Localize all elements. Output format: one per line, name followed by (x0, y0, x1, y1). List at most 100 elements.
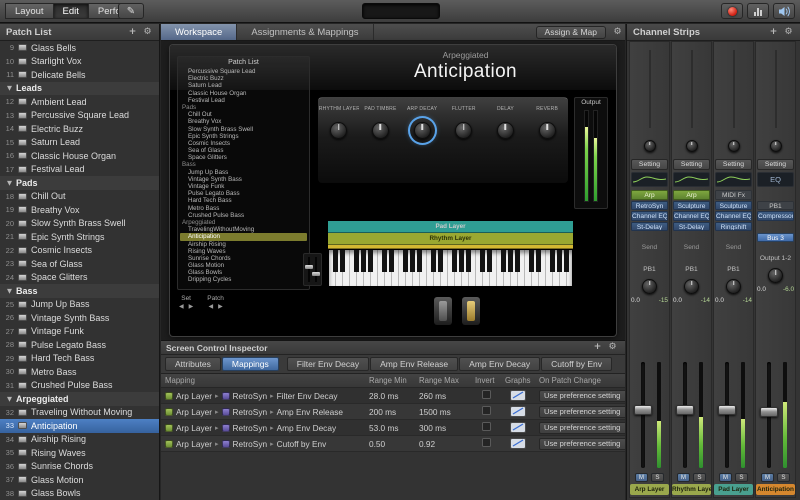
workspace-gear-button[interactable]: ⚙ (610, 26, 625, 39)
mapping-row[interactable]: Arp Layer ▸ RetroSyn ▸ Cutoff by Env 0.5… (161, 436, 625, 452)
screen-list-item[interactable]: Sea of Glass (180, 147, 307, 154)
inspector-tab[interactable]: Cutoff by Env (541, 357, 612, 371)
edit-pencil-button[interactable]: ✎ (118, 3, 144, 19)
inspector-tab[interactable]: Filter Env Decay (287, 357, 369, 371)
eq-display[interactable] (631, 172, 668, 187)
patch-list-item[interactable]: 14 ▼ Electric Buzz (0, 122, 159, 136)
master-volume-button[interactable] (773, 3, 795, 19)
screen-knob[interactable]: FLUTTER (444, 105, 484, 143)
output-slot[interactable]: PB1 (630, 265, 669, 274)
mute-button[interactable]: M (677, 473, 690, 482)
screen-list-item[interactable]: Saturn Lead (180, 82, 307, 89)
screen-patch-list[interactable]: Patch List Percussive Square LeadElectri… (177, 56, 310, 290)
pan-knob[interactable] (726, 279, 741, 294)
patch-list-item[interactable]: 24 ▼ Space Glitters (0, 271, 159, 285)
mapping-row[interactable]: Arp Layer ▸ RetroSyn ▸ Filter Env Decay … (161, 388, 625, 404)
screen-list-item[interactable]: Vintage Funk (180, 183, 307, 190)
inspector-tab[interactable]: Amp Env Release (370, 357, 458, 371)
mapping-row[interactable]: Arp Layer ▸ RetroSyn ▸ Amp Env Release 2… (161, 404, 625, 420)
fader-cap[interactable] (760, 407, 778, 417)
graph-button[interactable] (510, 438, 526, 449)
patch-list-item[interactable]: 10 ▼ Starlight Vox (0, 55, 159, 69)
plugin-slot[interactable]: PB1 (757, 201, 794, 211)
screen-list-item[interactable]: Arpeggiated (180, 219, 307, 226)
volume-fader[interactable] (756, 360, 795, 470)
volume-fader[interactable] (630, 360, 669, 470)
output-slot[interactable]: Output 1-2 (756, 254, 795, 263)
mode-button[interactable]: Layout (5, 3, 53, 19)
graph-button[interactable] (510, 390, 526, 401)
range-max-field[interactable]: 0.92 (415, 439, 471, 449)
patch-list-item[interactable]: 23 ▼ Sea of Glass (0, 257, 159, 271)
send-slot[interactable]: Send (673, 243, 710, 253)
screen-list-item[interactable]: Pads (180, 104, 307, 111)
on-patch-change-select[interactable]: Use preference setting ▾ (539, 406, 625, 418)
inspector-tab[interactable]: Attributes (165, 357, 221, 371)
assign-map-button[interactable]: Assign & Map (536, 26, 606, 39)
patch-list-item[interactable]: 35 ▼ Rising Waves (0, 446, 159, 460)
patch-list-item[interactable]: 9 ▼ Glass Bells (0, 41, 159, 55)
screen-list-item[interactable]: Bass (180, 161, 307, 168)
mute-button[interactable]: M (761, 473, 774, 482)
screen-list-item[interactable]: Jump Up Bass (180, 169, 307, 176)
channel-strips-gear-button[interactable]: ⚙ (781, 26, 796, 39)
pedal-icon[interactable] (434, 297, 452, 325)
plugin-slot[interactable]: St-Delay (631, 222, 668, 232)
range-min-field[interactable]: 0.50 (365, 439, 415, 449)
patch-list-item[interactable]: 20 ▼ Slow Synth Brass Swell (0, 217, 159, 231)
patch-list-item[interactable]: 27 ▼ Vintage Funk (0, 325, 159, 339)
patch-list-item[interactable]: 19 ▼ Breathy Vox (0, 203, 159, 217)
on-patch-change-select[interactable]: Use preference setting ▾ (539, 438, 625, 450)
patch-list-item[interactable]: 22 ▼ Cosmic Insects (0, 244, 159, 258)
gain-knob[interactable] (770, 140, 782, 152)
patch-list-item[interactable]: 32 ▼ Traveling Without Moving (0, 406, 159, 420)
add-mapping-button[interactable]: + (590, 341, 605, 354)
plugin-slot[interactable]: Channel EQ (631, 211, 668, 221)
range-min-field[interactable]: 200 ms (365, 407, 415, 417)
disclosure-triangle-icon[interactable]: ▼ (0, 287, 16, 295)
on-patch-change-select[interactable]: Use preference setting ▾ (539, 390, 625, 402)
mode-button[interactable]: Edit (53, 3, 88, 19)
screen-list-item[interactable]: Sunrise Chords (180, 255, 307, 262)
disclosure-triangle-icon[interactable]: ▼ (0, 179, 16, 187)
plugin-slot[interactable]: St-Delay (673, 222, 710, 232)
screen-knob[interactable]: ARP DECAY (402, 105, 442, 143)
plugin-slot[interactable]: RetroSyn (631, 201, 668, 211)
disclosure-triangle-icon[interactable]: ▼ (0, 395, 16, 403)
fader-cap[interactable] (718, 405, 736, 415)
mute-button[interactable]: M (635, 473, 648, 482)
plugin-slot[interactable]: Arp (631, 190, 668, 200)
patch-prev-button[interactable]: ◀ (208, 303, 213, 310)
screen-list-item[interactable]: Pulse Legato Bass (180, 190, 307, 197)
screen-list-item[interactable]: Hard Tech Bass (180, 197, 307, 204)
patch-list-item[interactable]: ▼ Bass (0, 284, 159, 298)
patch-list-item[interactable]: 30 ▼ Metro Bass (0, 365, 159, 379)
range-max-field[interactable]: 260 ms (415, 391, 471, 401)
screen-list-item[interactable]: Festival Lead (180, 97, 307, 104)
eq-display[interactable] (715, 172, 752, 187)
patch-list-item[interactable]: 29 ▼ Hard Tech Bass (0, 352, 159, 366)
layer-mini-faders[interactable] (303, 253, 322, 286)
screen-list-item[interactable]: Dripping Cycles (180, 276, 307, 283)
screen-list-item[interactable]: TravelingWithoutMoving (180, 226, 307, 233)
inspector-tab[interactable]: Amp Env Decay (459, 357, 540, 371)
set-prev-button[interactable]: ◀ (179, 303, 184, 310)
pedal-icon[interactable] (462, 297, 480, 325)
screen-list-item[interactable]: Percussive Square Lead (180, 68, 307, 75)
gain-knob[interactable] (686, 140, 698, 152)
range-min-field[interactable]: 28.0 ms (365, 391, 415, 401)
set-next-button[interactable]: ▶ (189, 303, 194, 310)
send-slot[interactable]: Send (631, 243, 668, 253)
plugin-slot[interactable]: Channel EQ (673, 211, 710, 221)
patch-list-item[interactable]: 12 ▼ Ambient Lead (0, 95, 159, 109)
plugin-slot[interactable]: Ringshift (715, 222, 752, 232)
screen-list-item[interactable]: Epic Synth Strings (180, 133, 307, 140)
screen-knob[interactable]: RHYTHM LAYER (319, 105, 359, 143)
screen-list-item[interactable]: Airship Rising (180, 241, 307, 248)
screen-knob[interactable]: PAD TIMBRE (360, 105, 400, 143)
pan-knob[interactable] (642, 279, 657, 294)
patch-list-item[interactable]: ▼ Leads (0, 82, 159, 96)
screen-knob[interactable]: REVERB (527, 105, 567, 143)
screen-list-item[interactable]: Metro Bass (180, 205, 307, 212)
screen-list-item[interactable]: Classic House Organ (180, 90, 307, 97)
